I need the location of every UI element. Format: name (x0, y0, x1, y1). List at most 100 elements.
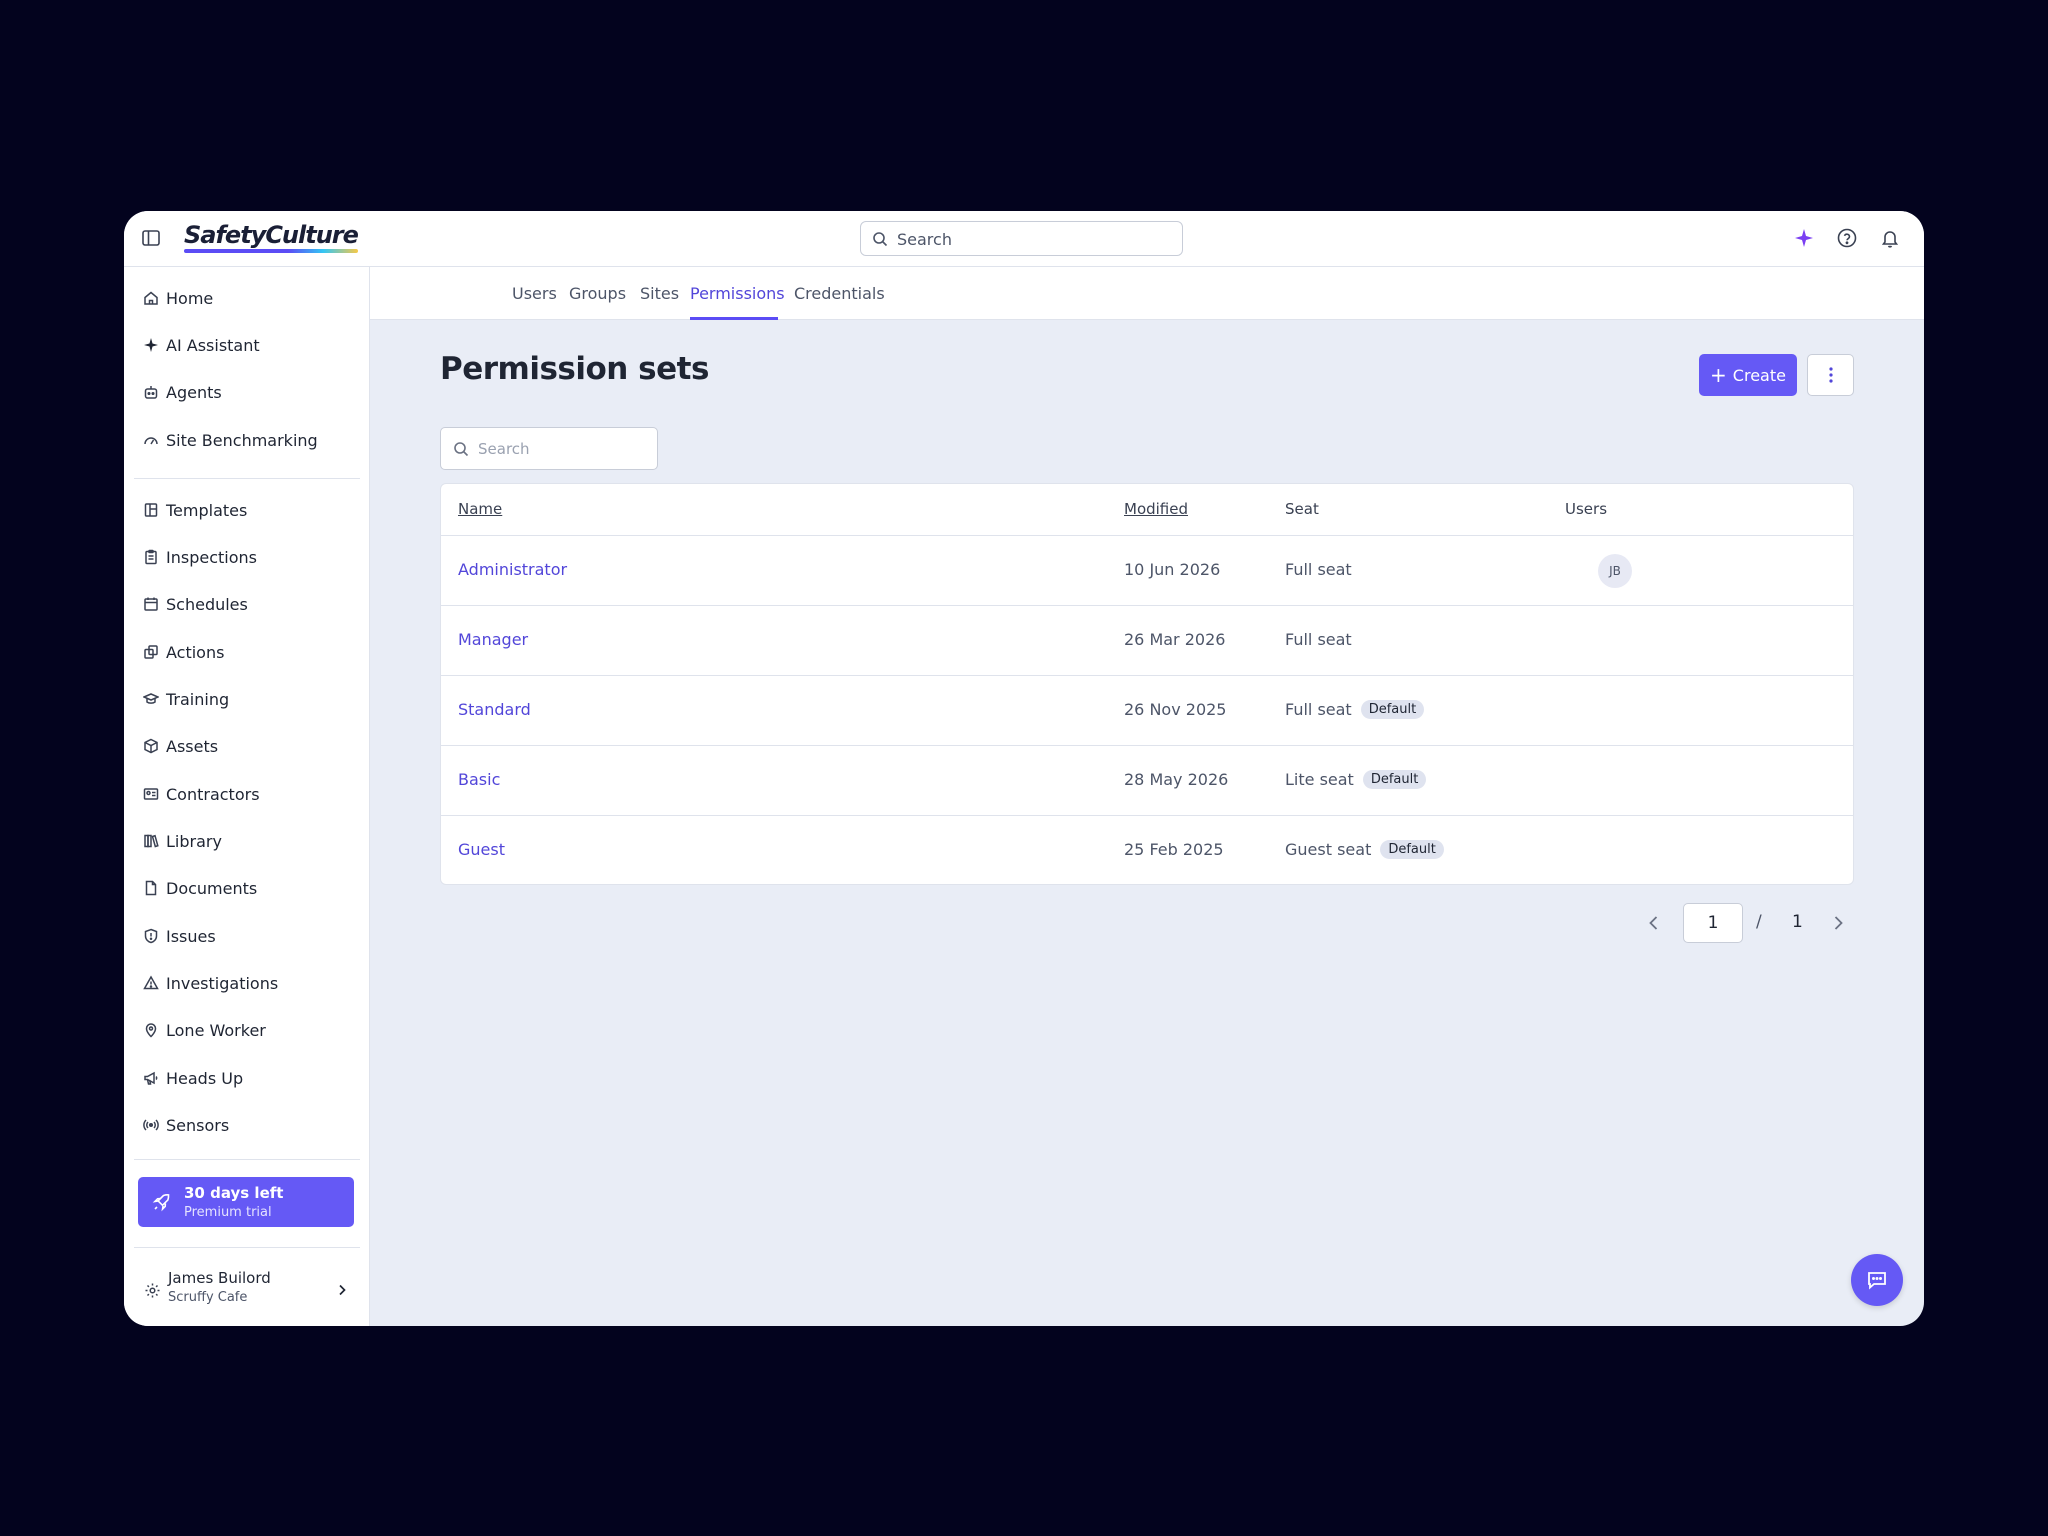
permission-search-box[interactable] (440, 427, 658, 470)
sidebar-item-investigations[interactable]: Investigations (142, 965, 354, 1001)
trial-plan: Premium trial (184, 1205, 272, 1220)
table-header: Name Modified Seat Users (441, 484, 1853, 536)
app-window: SafetyCulture Home AI Assistant (124, 211, 1924, 1326)
sidebar-item-ai-assistant[interactable]: AI Assistant (142, 327, 354, 363)
sidebar-item-label: Assets (166, 736, 219, 756)
sidebar-item-label: Actions (166, 642, 225, 662)
sidebar-item-label: AI Assistant (166, 335, 260, 355)
sidebar-toggle-icon[interactable] (141, 228, 161, 248)
logo-underline (184, 249, 358, 253)
seat-type: Full seat (1285, 700, 1352, 719)
sidebar-item-lone-worker[interactable]: Lone Worker (142, 1012, 354, 1048)
sidebar-item-label: Training (166, 689, 230, 709)
tab-bar: Users Groups Sites Permissions Credentia… (370, 267, 1924, 320)
global-search-input[interactable] (897, 228, 1167, 250)
previous-page-chevron-icon[interactable] (1642, 911, 1666, 935)
trial-days-left: 30 days left (184, 1184, 284, 1202)
home-icon (142, 290, 159, 307)
broadcast-icon (142, 1117, 159, 1134)
template-icon (142, 502, 159, 519)
trial-banner[interactable]: 30 days left Premium trial (138, 1177, 354, 1227)
chevron-right-icon (334, 1282, 350, 1298)
default-badge: Default (1360, 700, 1425, 719)
sidebar-item-sensors[interactable]: Sensors (142, 1107, 354, 1143)
sidebar-item-label: Heads Up (166, 1068, 244, 1088)
table-row[interactable]: Standard 26 Nov 2025 Full seat Default (441, 676, 1853, 746)
tab-users[interactable]: Users (512, 284, 557, 303)
avatar[interactable]: JB (1598, 554, 1632, 588)
help-icon[interactable] (1836, 227, 1858, 249)
modified-date: 10 Jun 2026 (1124, 560, 1221, 579)
column-header-modified[interactable]: Modified (1124, 500, 1188, 518)
sidebar-divider (134, 1159, 360, 1160)
create-button[interactable]: + Create (1699, 354, 1797, 396)
plus-icon: + (1710, 363, 1727, 387)
chat-support-button[interactable] (1851, 1254, 1903, 1306)
sidebar-item-contractors[interactable]: Contractors (142, 776, 354, 812)
sidebar-item-templates[interactable]: Templates (142, 492, 354, 528)
sidebar-item-label: Inspections (166, 547, 257, 567)
sidebar-item-issues[interactable]: Issues (142, 918, 354, 954)
table-row[interactable]: Basic 28 May 2026 Lite seat Default (441, 746, 1853, 816)
sidebar-item-documents[interactable]: Documents (142, 870, 354, 906)
tab-permissions[interactable]: Permissions (690, 284, 785, 303)
permission-set-name[interactable]: Administrator (458, 560, 567, 579)
page-number-input[interactable] (1683, 903, 1743, 943)
column-header-seat: Seat (1285, 500, 1319, 518)
permission-set-name[interactable]: Basic (458, 770, 500, 789)
sidebar-item-heads-up[interactable]: Heads Up (142, 1060, 354, 1096)
sidebar-item-label: Schedules (166, 594, 248, 614)
vertical-dots-icon (1824, 366, 1838, 388)
graduation-cap-icon (142, 691, 159, 708)
id-card-icon (142, 786, 159, 803)
permission-set-name[interactable]: Guest (458, 840, 505, 859)
sidebar-item-label: Lone Worker (166, 1020, 266, 1040)
sidebar-item-agents[interactable]: Agents (142, 374, 354, 410)
permission-search-input[interactable] (478, 438, 648, 460)
sidebar-item-inspections[interactable]: Inspections (142, 539, 354, 575)
rocket-icon (152, 1192, 172, 1212)
modified-date: 26 Mar 2026 (1124, 630, 1226, 649)
permission-set-name[interactable]: Manager (458, 630, 528, 649)
tab-groups[interactable]: Groups (569, 284, 626, 303)
sidebar-item-label: Investigations (166, 973, 279, 993)
user-account-menu[interactable]: James Builord Scruffy Cafe (124, 1263, 370, 1323)
modified-date: 26 Nov 2025 (1124, 700, 1227, 719)
tab-credentials[interactable]: Credentials (794, 284, 885, 303)
column-header-name[interactable]: Name (458, 500, 502, 518)
search-icon (453, 441, 469, 457)
default-badge: Default (1362, 770, 1427, 789)
table-row[interactable]: Administrator 10 Jun 2026 Full seat JB (441, 536, 1853, 606)
table-row[interactable]: Guest 25 Feb 2025 Guest seat Default (441, 816, 1853, 884)
permission-set-name[interactable]: Standard (458, 700, 531, 719)
map-pin-icon (142, 1022, 159, 1039)
sidebar-item-training[interactable]: Training (142, 681, 354, 717)
create-button-label: Create (1732, 365, 1786, 385)
sidebar-item-schedules[interactable]: Schedules (142, 586, 354, 622)
modified-date: 25 Feb 2025 (1124, 840, 1224, 859)
sidebar-item-library[interactable]: Library (142, 823, 354, 859)
gauge-icon (142, 432, 159, 449)
sidebar-item-site-benchmarking[interactable]: Site Benchmarking (142, 422, 354, 458)
permission-sets-table: Name Modified Seat Users Administrator 1… (440, 483, 1854, 885)
sidebar-item-label: Home (166, 288, 214, 308)
sidebar-item-home[interactable]: Home (142, 280, 354, 316)
ai-sparkle-icon[interactable] (1793, 227, 1815, 249)
books-icon (142, 833, 159, 850)
gear-icon (144, 1282, 161, 1299)
table-row[interactable]: Manager 26 Mar 2026 Full seat (441, 606, 1853, 676)
seat-type: Lite seat (1285, 770, 1354, 789)
page-title: Permission sets (440, 351, 709, 387)
next-page-chevron-icon[interactable] (1826, 911, 1850, 935)
sidebar-item-label: Sensors (166, 1115, 230, 1135)
safetyculture-logo[interactable]: SafetyCulture (184, 221, 359, 249)
notification-bell-icon[interactable] (1879, 227, 1901, 249)
seat-type: Full seat (1285, 630, 1352, 649)
more-options-button[interactable] (1807, 354, 1854, 396)
tab-sites[interactable]: Sites (640, 284, 679, 303)
seat-type: Full seat (1285, 560, 1352, 579)
sparkle-icon (142, 337, 159, 354)
global-search-box[interactable] (860, 221, 1183, 256)
sidebar-item-assets[interactable]: Assets (142, 728, 354, 764)
sidebar-item-actions[interactable]: Actions (142, 634, 354, 670)
